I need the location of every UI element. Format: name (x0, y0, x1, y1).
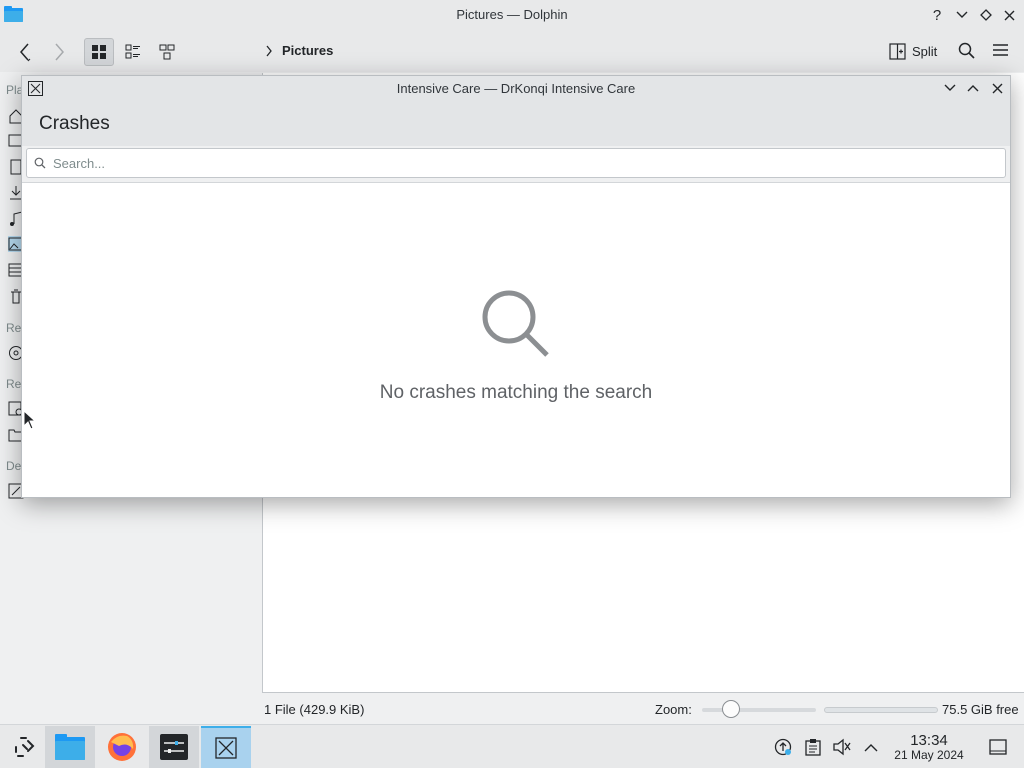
page-title: Crashes (39, 113, 110, 134)
details-view-button[interactable] (118, 38, 148, 66)
chevron-down-icon (956, 11, 968, 18)
firefox-icon (108, 733, 136, 761)
compact-view-button[interactable] (152, 38, 182, 66)
chevron-up-icon (864, 743, 878, 751)
close-icon (1004, 10, 1014, 20)
split-button[interactable]: Split (889, 40, 937, 62)
minimize-button[interactable] (953, 6, 971, 24)
system-settings-icon (160, 734, 188, 760)
chevron-left-icon (20, 43, 31, 62)
update-notifier-button[interactable] (773, 737, 793, 757)
close-button[interactable] (1000, 6, 1018, 24)
back-button[interactable] (12, 38, 38, 66)
chevron-down-icon (944, 84, 956, 91)
window-title: Pictures — Dolphin (456, 7, 568, 22)
show-hidden-icons-button[interactable] (861, 737, 881, 757)
drkonqi-titlebar: Intensive Care — DrKonqi Intensive Care (22, 76, 1010, 101)
status-file-count: 1 File (429.9 KiB) (264, 702, 365, 717)
forward-button[interactable] (46, 38, 72, 66)
hamburger-menu-icon (992, 44, 1008, 56)
search-area (22, 146, 1010, 183)
show-desktop-button[interactable] (988, 737, 1008, 757)
search-icon (958, 42, 975, 59)
clock-time[interactable]: 13:34 (888, 732, 970, 749)
show-desktop-icon (989, 739, 1007, 755)
devices-header: De (6, 459, 22, 473)
search-field[interactable] (26, 148, 1006, 178)
remote-header: Re (6, 321, 22, 335)
update-icon (774, 738, 792, 756)
search-button[interactable] (957, 41, 975, 59)
clipboard-icon (805, 739, 821, 756)
drkonqi-window: Intensive Care — DrKonqi Intensive Care … (21, 75, 1011, 498)
diamond-icon (980, 9, 992, 21)
drkonqi-minimize-button[interactable] (942, 80, 958, 96)
tree-view-icon (159, 44, 175, 60)
volume-button[interactable] (832, 737, 852, 757)
help-button[interactable]: ? (928, 6, 946, 24)
application-launcher-button[interactable] (0, 726, 50, 768)
free-space-label: 75.5 GiB free (942, 702, 1019, 717)
drkonqi-icon (215, 737, 237, 759)
empty-state: No crashes matching the search (22, 184, 1010, 498)
icons-view-button[interactable] (84, 38, 114, 66)
drkonqi-maximize-button[interactable] (965, 80, 981, 96)
zoom-label: Zoom: (655, 702, 692, 717)
taskbar-dolphin[interactable] (45, 726, 95, 768)
zoom-slider[interactable] (702, 708, 816, 712)
drkonqi-header: Crashes (22, 101, 1010, 146)
details-view-icon (125, 44, 140, 59)
dolphin-titlebar: Pictures — Dolphin ? (0, 0, 1024, 30)
close-icon (992, 83, 1002, 93)
recent-header: Re (6, 377, 22, 391)
dolphin-icon (55, 734, 85, 760)
search-field-icon-wrap (27, 157, 53, 169)
taskbar-system-settings[interactable] (149, 726, 199, 768)
help-icon: ? (932, 6, 942, 24)
mouse-cursor-icon (23, 410, 37, 430)
chevron-right-icon (55, 43, 64, 61)
dolphin-toolbar (0, 30, 1024, 72)
drkonqi-title: Intensive Care — DrKonqi Intensive Care (396, 81, 636, 96)
taskbar-firefox[interactable] (97, 726, 147, 768)
grid-view-icon (92, 45, 106, 59)
split-view-icon (889, 42, 906, 60)
breadcrumb-pictures[interactable]: Pictures (282, 43, 333, 58)
maximize-button[interactable] (977, 6, 995, 24)
application-launcher-icon (15, 737, 35, 757)
taskbar: 13:34 21 May 2024 (0, 724, 1024, 768)
chevron-up-icon (967, 85, 979, 92)
clock-date[interactable]: 21 May 2024 (888, 748, 970, 762)
status-bar: 1 File (429.9 KiB) Zoom: 75.5 GiB free (0, 696, 1024, 722)
breadcrumb-arrow-icon (266, 45, 272, 57)
empty-message: No crashes matching the search (379, 382, 653, 403)
zoom-slider-handle[interactable] (721, 700, 740, 718)
free-space-bar (824, 707, 938, 713)
menu-button[interactable] (991, 41, 1009, 59)
split-label: Split (912, 43, 938, 59)
drkonqi-close-button[interactable] (989, 80, 1005, 96)
clipboard-button[interactable] (803, 737, 823, 757)
taskbar-drkonqi[interactable] (201, 726, 251, 768)
search-placeholder-icon (482, 290, 549, 357)
search-icon (34, 157, 46, 169)
volume-muted-icon (833, 738, 851, 756)
search-input[interactable] (53, 155, 953, 171)
